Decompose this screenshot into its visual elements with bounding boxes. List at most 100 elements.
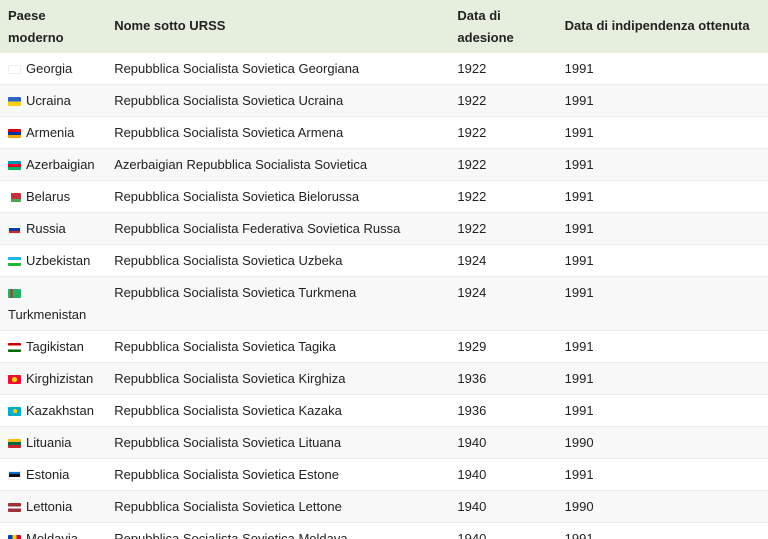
country-name: Estonia xyxy=(26,467,70,482)
kyrgyzstan-flag-icon xyxy=(8,375,21,384)
cell-country: Lituania xyxy=(0,426,107,459)
header-joined-line1: Data di xyxy=(457,8,501,23)
cell-independence: 1991 xyxy=(556,330,768,363)
table-body: Georgia Repubblica Socialista Sovietica G… xyxy=(0,53,768,539)
country-name: Kirghizistan xyxy=(26,371,94,386)
cell-independence: 1990 xyxy=(556,490,768,523)
kazakhstan-flag-icon xyxy=(8,407,21,416)
table-row: Estonia Repubblica Socialista Sovietica E… xyxy=(0,458,768,491)
russia-flag-icon xyxy=(8,225,21,234)
cell-soviet-name: Repubblica Socialista Federativa Sovieti… xyxy=(106,212,450,245)
cell-country: Ucraina xyxy=(0,84,107,117)
table-row: Georgia Repubblica Socialista Sovietica G… xyxy=(0,53,768,85)
header-row: Paese moderno Nome sotto URSS Data di ad… xyxy=(0,0,768,53)
cell-soviet-name: Repubblica Socialista Sovietica Kazaka xyxy=(106,394,450,427)
country-name: Russia xyxy=(26,221,66,236)
cell-country: Kirghizistan xyxy=(0,362,107,395)
cell-joined: 1929 xyxy=(449,330,557,363)
cell-country: Georgia xyxy=(0,53,106,85)
cell-independence: 1991 xyxy=(556,116,768,149)
cell-joined: 1924 xyxy=(449,276,557,331)
cell-independence: 1991 xyxy=(556,276,768,331)
table-row: Moldavia Repubblica Socialista Sovietica … xyxy=(0,522,768,539)
cell-soviet-name: Repubblica Socialista Sovietica Moldava xyxy=(106,522,450,539)
table-row: Russia Repubblica Socialista Federativa S… xyxy=(0,212,768,245)
belarus-flag-icon xyxy=(8,193,21,202)
ukraine-flag-icon xyxy=(8,97,21,106)
cell-independence: 1991 xyxy=(556,394,768,427)
header-country: Paese moderno xyxy=(0,0,107,53)
latvia-flag-icon xyxy=(8,503,21,512)
cell-soviet-name: Repubblica Socialista Sovietica Uzbeka xyxy=(106,244,450,277)
armenia-flag-icon xyxy=(8,129,21,138)
cell-country: Belarus xyxy=(0,180,107,213)
cell-independence: 1991 xyxy=(556,180,768,213)
cell-independence: 1990 xyxy=(556,426,768,459)
table-row: Armenia Repubblica Socialista Sovietica A… xyxy=(0,116,768,149)
country-name: Belarus xyxy=(26,189,71,204)
country-name: Turkmenistan xyxy=(8,307,87,322)
country-name: Kazakhstan xyxy=(26,403,94,418)
cell-country: Uzbekistan xyxy=(0,244,107,277)
cell-soviet-name: Repubblica Socialista Sovietica Lettone xyxy=(106,490,450,523)
cell-soviet-name: Repubblica Socialista Sovietica Kirghiza xyxy=(106,362,450,395)
cell-independence: 1991 xyxy=(556,84,768,117)
cell-joined: 1936 xyxy=(449,362,557,395)
cell-joined: 1922 xyxy=(449,148,557,181)
georgia-flag-icon xyxy=(8,65,21,74)
cell-country: Azerbaigian xyxy=(0,148,107,181)
table-row: Uzbekistan Repubblica Socialista Sovietic… xyxy=(0,244,768,277)
cell-country: Lettonia xyxy=(0,490,107,523)
header-soviet-name: Nome sotto URSS xyxy=(106,0,450,53)
cell-soviet-name: Repubblica Socialista Sovietica Armena xyxy=(106,116,450,149)
cell-independence: 1991 xyxy=(564,61,594,76)
country-name: Ucraina xyxy=(26,93,71,108)
cell-soviet-name: Repubblica Socialista Sovietica Estone xyxy=(106,458,450,491)
header-joined-line2: adesione xyxy=(457,30,514,45)
country-name: Georgia xyxy=(26,61,73,76)
cell-independence: 1991 xyxy=(556,148,768,181)
cell-joined: 1922 xyxy=(449,116,557,149)
cell-soviet-name: Repubblica Socialista Sovietica Turkmena xyxy=(106,276,450,331)
table-row: Ucraina Repubblica Socialista Sovietica U… xyxy=(0,84,768,117)
table-row: Azerbaigian Azerbaigian Repubblica Social… xyxy=(0,148,768,181)
table-row: Lettonia Repubblica Socialista Sovietica … xyxy=(0,490,768,523)
table-row: Belarus Repubblica Socialista Sovietica B… xyxy=(0,180,768,213)
cell-country: Kazakhstan xyxy=(0,394,107,427)
table-header: Paese moderno Nome sotto URSS Data di ad… xyxy=(0,0,768,53)
country-name: Azerbaigian xyxy=(26,157,95,172)
cell-country: Russia xyxy=(0,212,107,245)
cell-independence: 1991 xyxy=(556,212,768,245)
country-name: Tagikistan xyxy=(26,339,84,354)
country-name: Moldavia xyxy=(26,531,79,539)
cell-joined: 1936 xyxy=(449,394,557,427)
cell-joined: 1922 xyxy=(449,84,557,117)
table-row: Kazakhstan Repubblica Socialista Sovietic… xyxy=(0,394,768,427)
cell-joined: 1940 xyxy=(449,490,557,523)
header-joined: Data di adesione xyxy=(449,0,557,53)
country-name: Armenia xyxy=(26,125,75,140)
header-country-line2: moderno xyxy=(8,30,64,45)
azerbaijan-flag-icon xyxy=(8,161,21,170)
cell-soviet-name: Repubblica Socialista Sovietica Lituana xyxy=(106,426,450,459)
cell-country: Turkmenistan xyxy=(0,276,107,331)
turkmenistan-flag-icon xyxy=(8,289,21,298)
cell-joined: 1922 xyxy=(457,61,487,76)
cell-country: Estonia xyxy=(0,458,107,491)
header-country-line1: Paese xyxy=(8,8,46,23)
cell-country: Moldavia xyxy=(0,522,107,539)
country-name: Lettonia xyxy=(26,499,73,514)
cell-soviet-name: Azerbaigian Repubblica Socialista Soviet… xyxy=(106,148,450,181)
cell-country: Tagikistan xyxy=(0,330,107,363)
cell-joined: 1940 xyxy=(449,458,557,491)
cell-independence: 1991 xyxy=(556,458,768,491)
cell-joined: 1924 xyxy=(449,244,557,277)
soviet-republics-table: Paese moderno Nome sotto URSS Data di ad… xyxy=(0,0,768,539)
lithuania-flag-icon xyxy=(8,439,21,448)
cell-country: Armenia xyxy=(0,116,107,149)
cell-soviet-name: Repubblica Socialista Sovietica Tagika xyxy=(106,330,450,363)
cell-joined: 1940 xyxy=(449,426,557,459)
cell-soviet-name: Repubblica Socialista Sovietica Ucraina xyxy=(106,84,450,117)
table-row: Lituania Repubblica Socialista Sovietica … xyxy=(0,426,768,459)
moldova-flag-icon xyxy=(8,535,21,539)
